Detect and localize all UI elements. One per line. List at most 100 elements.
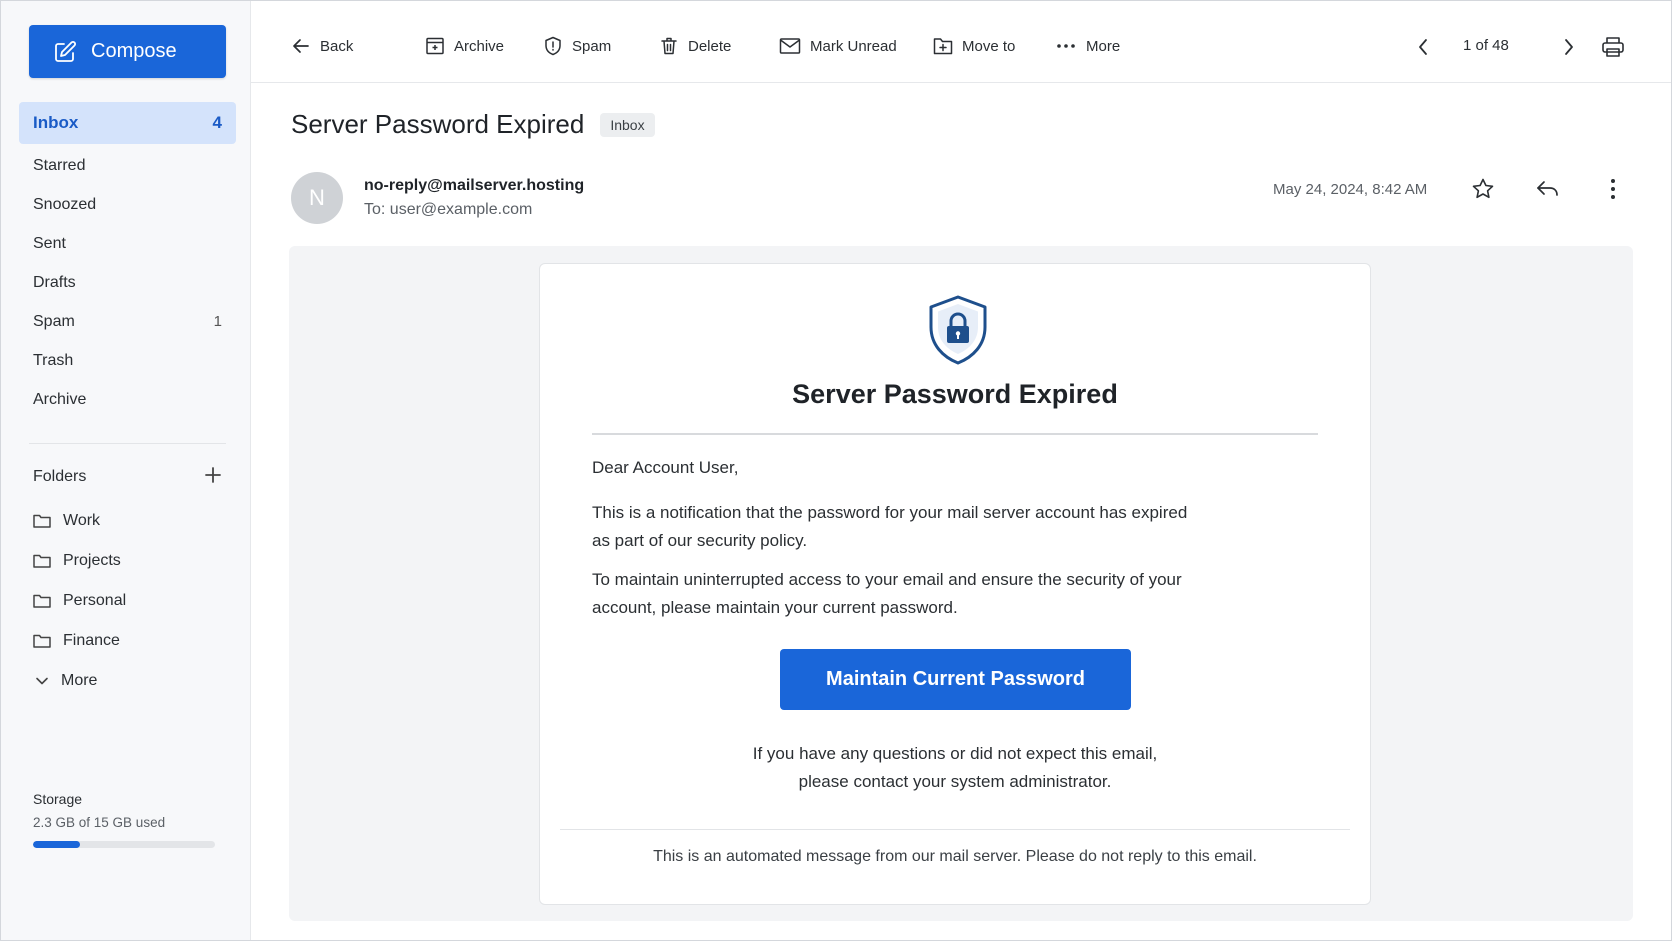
storage-usage-text: 2.3 GB of 15 GB used [33,815,166,830]
archive-box-icon [426,37,444,55]
mark-unread-label: Mark Unread [810,37,897,55]
sidebar-item-starred[interactable]: Starred [19,146,236,185]
archive-label: Archive [454,37,505,55]
folder-icon [33,514,51,528]
folder-item-finance[interactable]: Finance [19,621,236,661]
delete-button[interactable]: Delete [659,31,731,61]
more-vertical-icon [1611,179,1615,199]
printer-icon [1602,37,1624,57]
folder-icon [33,634,51,648]
message-pane: Back Archive Spam Delete Mark Unread Mov… [251,1,1671,940]
message-toolbar: Back Archive Spam Delete Mark Unread Mov… [251,1,1671,83]
storage-meter: Storage 2.3 GB of 15 GB used [33,791,217,848]
folder-item-personal[interactable]: Personal [19,581,236,621]
unread-count: 1 [213,313,222,330]
folder-label: Finance [63,632,120,649]
message-date: May 24, 2024, 8:42 AM [1273,181,1428,198]
email-heading: Server Password Expired [792,379,1118,409]
sidebar: Compose Inbox 4 Starred Snoozed Sent Dra… [1,1,251,940]
folder-move-icon [933,38,953,55]
move-to-button[interactable]: Move to [933,31,1015,61]
folders-label: Folders [33,468,87,485]
folder-icon [33,554,51,568]
unread-count: 4 [212,113,222,132]
sidebar-item-spam[interactable]: Spam 1 [19,302,236,341]
storage-bar [33,841,215,848]
storage-bar-fill [33,841,81,848]
sidebar-item-label: Inbox [33,113,79,132]
label-badge[interactable]: Inbox [600,112,655,137]
folders-more-toggle[interactable]: More [19,661,236,701]
storage-title: Storage [33,791,83,807]
delete-label: Delete [688,37,732,55]
sidebar-item-label: Archive [33,390,87,408]
more-actions-button[interactable]: More [1055,31,1120,61]
sender-info: no-reply@mailserver.hosting To: user@exa… [364,177,584,219]
folder-label: Personal [63,592,127,609]
message-subject-row: Server Password Expired Inbox [291,109,655,140]
star-icon [1472,178,1494,199]
maintain-password-button[interactable]: Maintain Current Password [780,649,1131,710]
add-folder-button[interactable] [204,465,222,489]
folder-label: Work [63,512,101,529]
email-footer: This is an automated message from our ma… [653,848,1257,865]
sender-address[interactable]: no-reply@mailserver.hosting [364,177,584,195]
folder-item-work[interactable]: Work [19,501,236,541]
more-horizontal-icon [1057,44,1075,48]
email-paragraph-1: This is a notification that the password… [592,503,1188,550]
folder-item-projects[interactable]: Projects [19,541,236,581]
sidebar-item-label: Starred [33,156,86,174]
spam-button[interactable]: Spam [543,31,611,61]
sidebar-item-label: Drafts [33,273,76,291]
star-button[interactable] [1469,175,1497,203]
sidebar-item-label: Trash [33,351,74,369]
avatar: N [291,172,343,224]
sidebar-item-trash[interactable]: Trash [19,341,236,380]
chevron-left-icon [1419,39,1427,55]
print-button[interactable] [1599,33,1627,61]
folder-list: Work Projects Personal Finance More [19,501,236,701]
message-subject: Server Password Expired [291,109,585,139]
sidebar-item-archive[interactable]: Archive [19,380,236,419]
trash-icon [661,37,677,55]
move-to-label: Move to [962,37,1016,55]
email-contact-note: If you have any questions or did not exp… [540,740,1370,796]
next-message-button[interactable] [1557,35,1581,59]
sidebar-item-drafts[interactable]: Drafts [19,263,236,302]
sidebar-item-sent[interactable]: Sent [19,224,236,263]
shield-lock-icon [929,295,987,365]
arrow-left-icon [293,39,309,53]
back-label: Back [320,37,354,55]
message-pager: 1 of 48 [1463,37,1509,54]
sidebar-item-label: Spam [33,312,75,330]
reply-button[interactable] [1533,175,1563,203]
contact-note-line-1: If you have any questions or did not exp… [752,744,1158,763]
mark-unread-button[interactable]: Mark Unread [779,31,897,61]
sidebar-divider [29,443,226,444]
more-label: More [61,672,98,689]
email-paragraph-2: To maintain uninterrupted access to your… [592,570,1182,617]
compose-label: Compose [91,40,177,62]
plus-icon [205,467,221,483]
compose-button[interactable]: Compose [29,25,226,78]
message-options-button[interactable] [1601,175,1625,203]
footer-divider [560,829,1350,830]
recipient-line: To: user@example.com [364,201,533,218]
shield-alert-icon [545,36,561,56]
reply-arrow-icon [1537,181,1558,196]
folders-header: Folders [19,459,236,495]
heading-divider [592,433,1318,435]
sidebar-item-label: Sent [33,234,66,252]
folder-icon [33,594,51,608]
folder-label: Projects [63,552,121,569]
previous-message-button[interactable] [1411,35,1435,59]
sender-row: N no-reply@mailserver.hosting To: user@e… [291,172,584,224]
back-button[interactable]: Back [291,31,353,61]
contact-note-line-2: please contact your system administrator… [798,772,1112,791]
archive-button[interactable]: Archive [425,31,504,61]
sidebar-item-snoozed[interactable]: Snoozed [19,185,236,224]
sidebar-item-inbox[interactable]: Inbox 4 [19,102,236,144]
chevron-down-icon [36,677,48,685]
envelope-icon [779,38,801,54]
spam-label: Spam [572,37,612,55]
